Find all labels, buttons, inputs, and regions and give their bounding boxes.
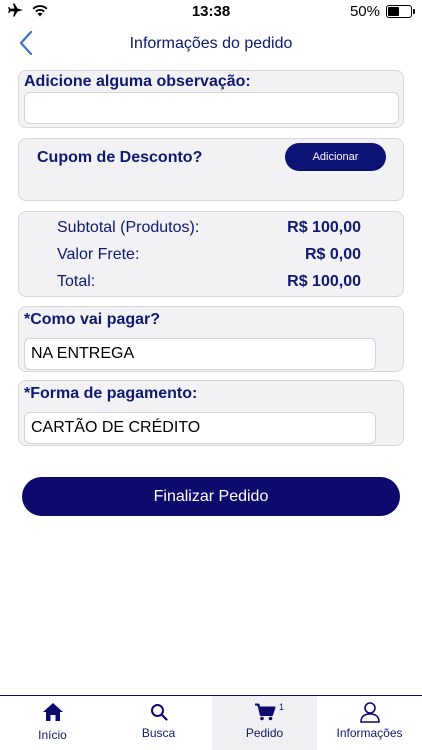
shipping-value: R$ 0,00	[304, 246, 361, 263]
observation-label: Adicione alguma observação:	[24, 73, 251, 90]
coupon-label: Cupom de Desconto?	[37, 149, 203, 166]
tab-informacoes[interactable]: Informações	[317, 696, 422, 750]
payment-method-card: *Forma de pagamento: CARTÃO DE CRÉDITO	[18, 380, 404, 446]
summary-card: Subtotal (Produtos): R$ 100,00 Valor Fre…	[18, 211, 404, 297]
tab-inicio-label: Início	[38, 728, 67, 742]
observation-card: Adicione alguma observação:	[18, 70, 404, 128]
user-icon	[359, 701, 381, 723]
status-right: 50%	[349, 3, 415, 20]
cart-badge: 1	[279, 702, 285, 712]
tab-busca-label: Busca	[141, 726, 176, 740]
tab-pedido-label: Pedido	[245, 726, 284, 740]
payment-method-label: *Forma de pagamento:	[24, 385, 198, 402]
payment-when-select[interactable]: NA ENTREGA	[24, 338, 376, 370]
battery-icon	[386, 5, 415, 18]
page-title: Informações do pedido	[129, 35, 293, 52]
coupon-card: Cupom de Desconto? Adicionar	[18, 138, 404, 201]
shipping-row: Valor Frete: R$ 0,00	[57, 246, 361, 264]
subtotal-value: R$ 100,00	[287, 219, 361, 236]
shipping-label: Valor Frete:	[57, 246, 140, 263]
tab-inicio[interactable]: Início	[0, 696, 105, 750]
finalize-order-button[interactable]: Finalizar Pedido	[22, 477, 400, 516]
payment-method-select[interactable]: CARTÃO DE CRÉDITO	[24, 412, 376, 444]
tab-busca[interactable]: Busca	[106, 696, 211, 750]
battery-fill	[388, 7, 399, 16]
search-icon	[150, 701, 168, 723]
cart-icon	[254, 701, 276, 723]
subtotal-label: Subtotal (Produtos):	[57, 219, 200, 236]
subtotal-row: Subtotal (Produtos): R$ 100,00	[57, 219, 361, 237]
tab-pedido[interactable]: 1 Pedido	[212, 696, 317, 750]
add-coupon-button[interactable]: Adicionar	[285, 143, 386, 171]
home-icon	[42, 701, 64, 723]
total-value: R$ 100,00	[287, 273, 361, 290]
tab-informacoes-label: Informações	[336, 726, 403, 740]
nav-bar: Informações do pedido	[0, 24, 422, 64]
observation-input[interactable]	[24, 92, 399, 124]
payment-when-card: *Como vai pagar? NA ENTREGA	[18, 306, 404, 372]
payment-when-label: *Como vai pagar?	[24, 311, 161, 328]
status-bar: 13:38 50%	[0, 0, 422, 24]
total-label: Total:	[57, 273, 96, 290]
battery-tip	[413, 9, 415, 14]
tab-bar: Início Busca 1 Pedido Informações	[0, 695, 422, 750]
battery-percent: 50%	[349, 3, 380, 20]
total-row: Total: R$ 100,00	[57, 273, 361, 291]
